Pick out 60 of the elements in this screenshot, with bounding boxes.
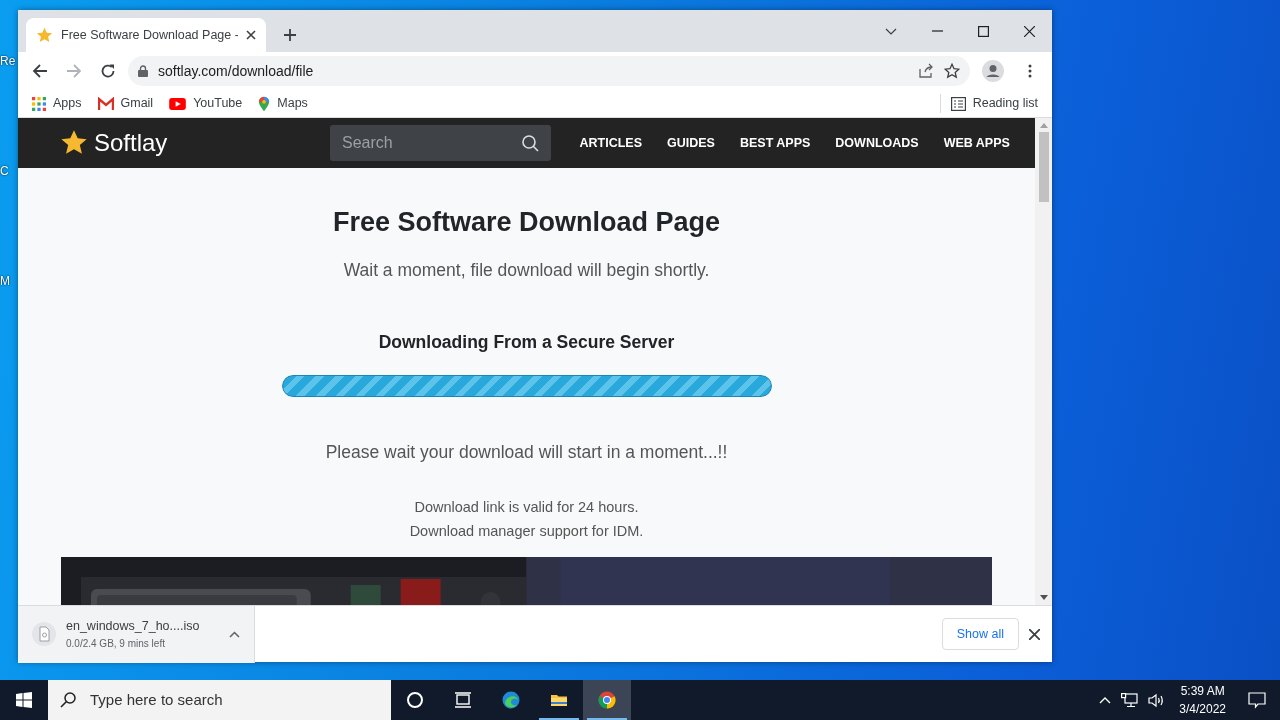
info-text: Download link is valid for 24 hours. bbox=[413, 498, 640, 518]
nav-link[interactable]: BEST APPS bbox=[727, 133, 823, 153]
search-icon[interactable] bbox=[522, 134, 539, 152]
volume-icon[interactable] bbox=[1148, 692, 1166, 708]
share-icon[interactable] bbox=[918, 63, 934, 79]
page-heading: Free Software Download Page bbox=[332, 206, 721, 239]
scrollbar[interactable] bbox=[1035, 118, 1052, 605]
dropdown-icon[interactable] bbox=[885, 27, 897, 35]
network-icon[interactable] bbox=[1121, 692, 1139, 708]
address-bar[interactable]: softlay.com/download/file bbox=[128, 56, 970, 86]
scroll-down-icon[interactable] bbox=[1039, 595, 1048, 601]
back-icon[interactable] bbox=[32, 63, 48, 79]
profile-avatar-icon[interactable] bbox=[982, 60, 1004, 82]
windows-start-icon[interactable] bbox=[16, 692, 32, 708]
taskbar-search-field[interactable]: Type here to search bbox=[48, 680, 391, 720]
file-name: en_windows_7_ho....iso bbox=[66, 618, 201, 636]
maximize-icon[interactable] bbox=[977, 25, 989, 37]
apps-grid-icon bbox=[32, 96, 46, 111]
clock-date[interactable]: 3/4/2022 bbox=[1179, 700, 1226, 718]
section-heading: Downloading From a Secure Server bbox=[378, 330, 675, 354]
map-pin-icon bbox=[258, 95, 271, 112]
chrome-icon bbox=[598, 691, 616, 709]
close-icon[interactable] bbox=[246, 30, 256, 40]
download-item[interactable]: en_windows_7_ho....iso 0.0/2.4 GB, 9 mins left bbox=[18, 605, 255, 663]
minimize-icon[interactable] bbox=[931, 30, 943, 32]
search-icon bbox=[60, 692, 76, 708]
browser-wave-icon bbox=[502, 691, 520, 709]
close-icon[interactable] bbox=[1023, 25, 1035, 37]
subtitle-text: Wait a moment, file download will begin shortly. bbox=[343, 258, 710, 282]
nav-link[interactable]: WEB APPS bbox=[931, 133, 1023, 153]
nav-link[interactable]: ARTICLES bbox=[567, 133, 655, 153]
circle-icon bbox=[406, 691, 424, 709]
site-logo-text[interactable]: Softlay bbox=[94, 125, 168, 161]
close-icon[interactable] bbox=[1029, 628, 1040, 640]
new-tab-icon[interactable] bbox=[284, 29, 296, 41]
nav-link[interactable]: GUIDES bbox=[654, 133, 728, 153]
info-text: Download manager support for IDM. bbox=[409, 522, 644, 542]
show-all-button[interactable]: Show all bbox=[941, 617, 1019, 651]
list-icon bbox=[950, 96, 966, 111]
bookmark[interactable]: Maps bbox=[258, 94, 308, 113]
clock-time[interactable]: 5:39 AM bbox=[1179, 682, 1226, 700]
lock-icon bbox=[138, 65, 148, 77]
browser-tab[interactable]: Free Software Download Page - bbox=[26, 18, 266, 52]
task-view-icon bbox=[454, 691, 472, 709]
reading-list-button[interactable]: Reading list bbox=[939, 94, 1038, 113]
reload-icon[interactable] bbox=[100, 63, 116, 79]
scrollbar-thumb[interactable] bbox=[1038, 132, 1049, 202]
mail-icon bbox=[97, 96, 114, 111]
bookmark[interactable]: Gmail bbox=[97, 94, 154, 113]
wait-message: Please wait your download will start in a moment...!! bbox=[325, 441, 728, 464]
notifications-icon[interactable] bbox=[1248, 691, 1266, 709]
video-play-icon bbox=[169, 97, 187, 110]
search-field[interactable]: Search bbox=[330, 125, 551, 161]
bookmark[interactable]: YouTube bbox=[169, 94, 243, 113]
nav-link[interactable]: DOWNLOADS bbox=[822, 133, 932, 153]
star-outline-icon[interactable] bbox=[944, 63, 960, 79]
file-icon bbox=[32, 622, 56, 646]
download-status: 0.0/2.4 GB, 9 mins left bbox=[66, 636, 166, 651]
bookmark[interactable]: Apps bbox=[32, 94, 82, 113]
star-icon bbox=[36, 26, 53, 44]
